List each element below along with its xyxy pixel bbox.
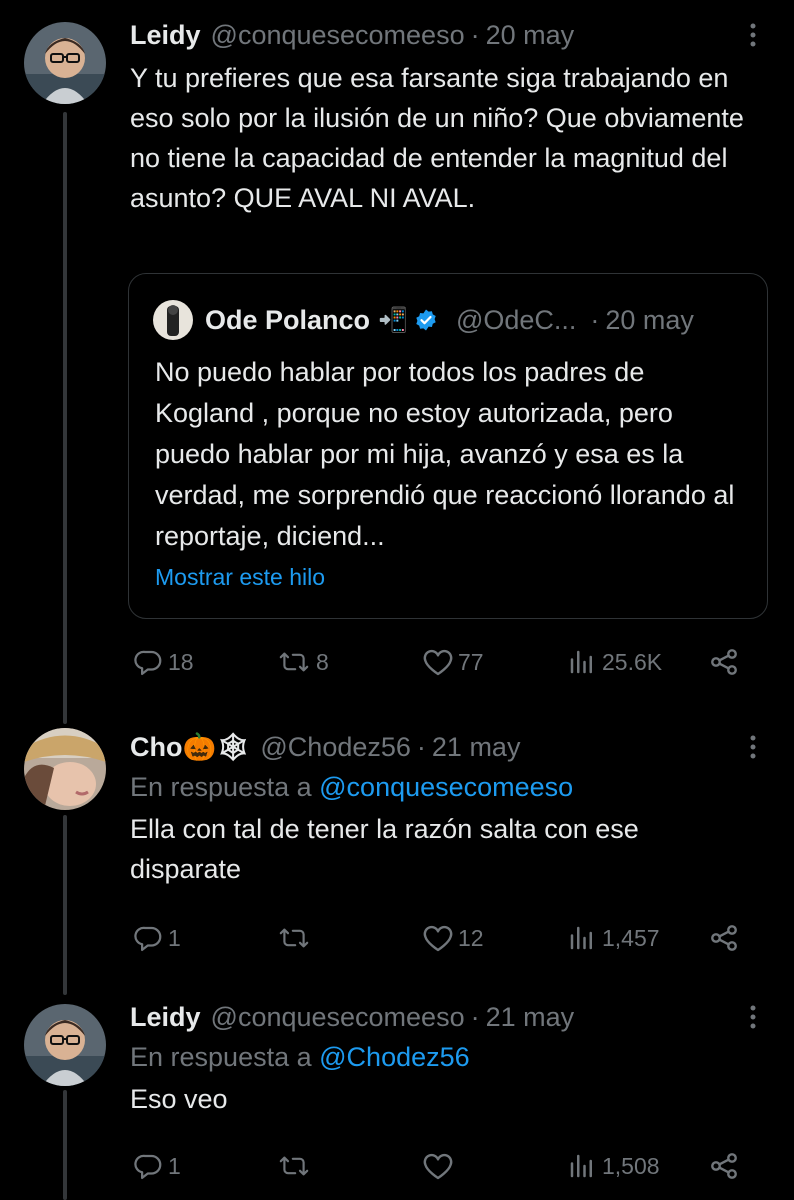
views-button[interactable]: 1,508 xyxy=(566,1146,660,1186)
retweet-icon xyxy=(279,928,309,948)
more-options-icon[interactable] xyxy=(736,730,770,764)
display-name[interactable]: Cho🎃🕸 xyxy=(130,731,250,763)
display-name[interactable]: Leidy xyxy=(130,1002,201,1033)
separator-dot: · xyxy=(470,1001,480,1032)
reply-prefix: En respuesta a xyxy=(130,1042,312,1072)
like-button[interactable]: 77 xyxy=(422,642,484,682)
quote-timestamp: 20 may xyxy=(605,304,694,335)
avatar[interactable] xyxy=(24,22,106,104)
reply-icon xyxy=(134,1154,162,1179)
retweet-icon xyxy=(279,652,309,672)
tweet-text: Ella con tal de tener la razón salta con… xyxy=(130,814,639,884)
view-count: 1,457 xyxy=(602,924,660,951)
tweet[interactable]: Cho🎃🕸 @Chodez56 · 21 may En respuesta a … xyxy=(0,700,794,990)
views-chart-icon xyxy=(570,1154,592,1178)
like-button[interactable] xyxy=(422,1146,458,1186)
tweet-text: Eso veo xyxy=(130,1084,228,1114)
like-count: 12 xyxy=(458,924,484,951)
quote-emoji: 📲 xyxy=(378,306,408,334)
username[interactable]: @conquesecomeeso xyxy=(211,1002,465,1033)
share-button[interactable] xyxy=(708,642,740,682)
avatar[interactable] xyxy=(24,728,106,810)
more-options-icon[interactable] xyxy=(736,18,770,52)
retweet-icon xyxy=(279,1156,309,1176)
quote-header: Ode Polanco 📲 @OdeC... · 20 may xyxy=(153,300,694,340)
view-count: 1,508 xyxy=(602,1152,660,1179)
avatar[interactable] xyxy=(24,1004,106,1086)
retweet-button[interactable] xyxy=(276,1146,316,1186)
reply-context: En respuesta a @Chodez56 xyxy=(130,1042,770,1073)
reply-button[interactable]: 1 xyxy=(134,1146,181,1186)
tweet-actions: 1 1,508 xyxy=(130,1146,750,1186)
views-chart-icon xyxy=(570,650,592,674)
separator-dot: · xyxy=(470,19,480,50)
like-button[interactable]: 12 xyxy=(422,918,484,958)
views-button[interactable]: 25.6K xyxy=(566,642,662,682)
tweet-header: Cho🎃🕸 @Chodez56 · 21 may xyxy=(130,730,770,764)
reply-mention-link[interactable]: @conquesecomeeso xyxy=(319,772,573,802)
username[interactable]: @Chodez56 xyxy=(260,732,411,763)
tweet-actions: 1 12 1,457 xyxy=(130,918,750,958)
verified-badge-icon xyxy=(414,308,438,332)
reply-button[interactable]: 18 xyxy=(134,642,194,682)
heart-icon xyxy=(423,649,453,676)
username[interactable]: @conquesecomeeso xyxy=(211,20,465,51)
retweet-count: 8 xyxy=(316,648,329,675)
quote-display-name: Ode Polanco xyxy=(205,304,371,335)
retweet-button[interactable]: 8 xyxy=(276,642,329,682)
retweet-button[interactable] xyxy=(276,918,316,958)
reply-icon xyxy=(134,926,162,951)
quoted-tweet[interactable]: Ode Polanco 📲 @OdeC... · 20 may No puedo… xyxy=(128,273,768,619)
heart-icon xyxy=(423,925,453,952)
reply-count: 1 xyxy=(168,1152,181,1179)
reply-prefix: En respuesta a xyxy=(130,772,312,802)
quote-text: No puedo hablar por todos los padres de … xyxy=(155,357,735,551)
share-button[interactable] xyxy=(708,1146,740,1186)
reply-button[interactable]: 1 xyxy=(134,918,181,958)
show-thread-link[interactable]: Mostrar este hilo xyxy=(155,564,325,591)
reply-count: 1 xyxy=(168,924,181,951)
tweet[interactable]: Leidy @conquesecomeeso · 21 may En respu… xyxy=(0,990,794,1200)
reply-count: 18 xyxy=(168,648,194,675)
views-chart-icon xyxy=(570,926,592,950)
tweet-header: Leidy @conquesecomeeso · 21 may xyxy=(130,1000,770,1034)
reply-icon xyxy=(134,650,162,675)
share-button[interactable] xyxy=(708,918,740,958)
views-button[interactable]: 1,457 xyxy=(566,918,660,958)
like-count: 77 xyxy=(458,648,484,675)
quote-avatar xyxy=(153,300,193,340)
separator-dot: · xyxy=(416,731,426,762)
display-name[interactable]: Leidy xyxy=(130,20,201,51)
share-icon xyxy=(711,925,737,951)
separator-dot: · xyxy=(590,304,600,335)
tweet-actions: 18 8 77 25.6K xyxy=(130,642,750,682)
view-count: 25.6K xyxy=(602,648,663,675)
reply-context: En respuesta a @conquesecomeeso xyxy=(130,772,770,803)
share-icon xyxy=(711,649,737,675)
tweet-text: Y tu prefieres que esa farsante siga tra… xyxy=(130,63,744,213)
heart-icon xyxy=(423,1153,453,1180)
more-options-icon[interactable] xyxy=(736,1000,770,1034)
reply-mention-link[interactable]: @Chodez56 xyxy=(319,1042,470,1072)
share-icon xyxy=(711,1153,737,1179)
tweet-header: Leidy @conquesecomeeso · 20 may xyxy=(130,18,770,52)
timestamp[interactable]: 21 may xyxy=(486,1002,575,1033)
tweet[interactable]: Leidy @conquesecomeeso · 20 may Y tu pre… xyxy=(0,0,794,700)
timestamp[interactable]: 20 may xyxy=(486,20,575,51)
timestamp[interactable]: 21 may xyxy=(432,732,521,763)
quote-username: @OdeC... xyxy=(455,304,577,335)
